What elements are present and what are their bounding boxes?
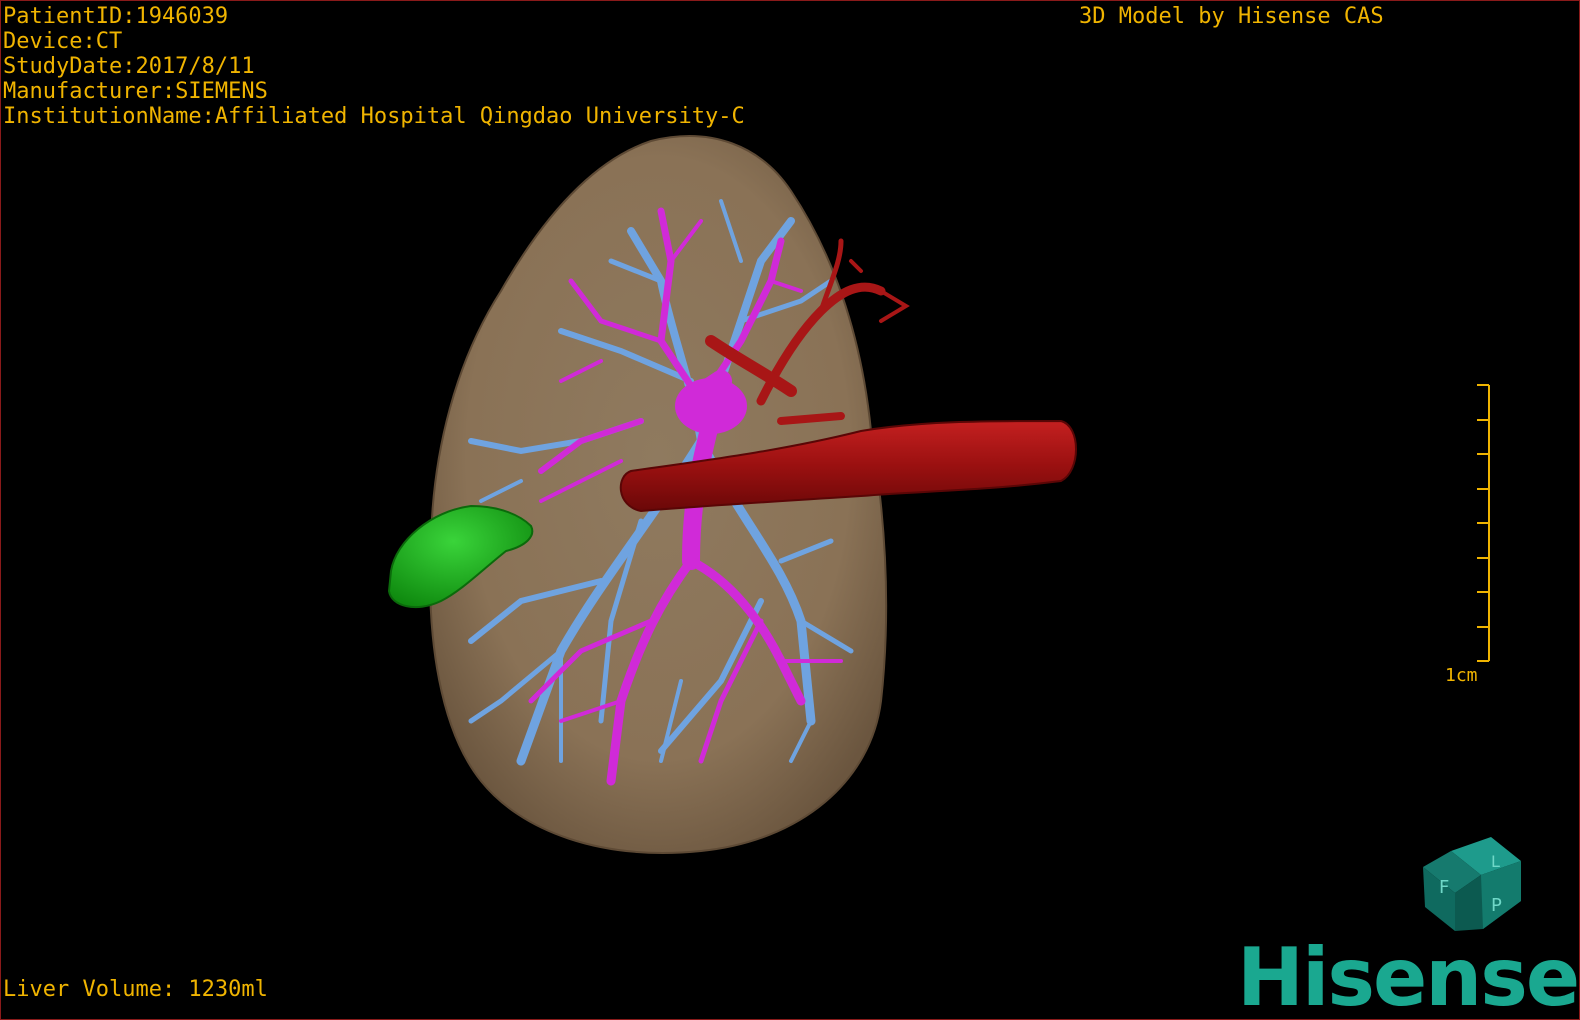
manufacturer-label: Manufacturer:SIEMENS	[3, 79, 268, 104]
study-info-panel: PatientID:1946039 Device:CT StudyDate:20…	[3, 4, 745, 129]
institution-label: InstitutionName:Affiliated Hospital Qing…	[3, 104, 745, 129]
liver-3d-model[interactable]	[1, 1, 1579, 1019]
hisense-logo: Hisense	[1237, 931, 1579, 1020]
scale-bar	[1477, 384, 1490, 662]
orientation-cube[interactable]: F L P	[1411, 831, 1531, 941]
liver-volume-label: Liver Volume: 1230ml	[3, 977, 268, 1002]
orientation-face-p: P	[1491, 895, 1502, 916]
3d-render-viewport[interactable]: PatientID:1946039 Device:CT StudyDate:20…	[0, 0, 1580, 1020]
patient-id-label: PatientID:1946039	[3, 4, 229, 29]
model-credit: 3D Model by Hisense CAS	[1079, 4, 1384, 29]
orientation-face-f: F	[1439, 877, 1449, 898]
scale-bar-label: 1cm	[1445, 665, 1478, 686]
device-label: Device:CT	[3, 29, 123, 54]
study-date-label: StudyDate:2017/8/11	[3, 54, 255, 79]
portal-confluence	[675, 378, 747, 434]
orientation-face-l: L	[1491, 852, 1500, 871]
